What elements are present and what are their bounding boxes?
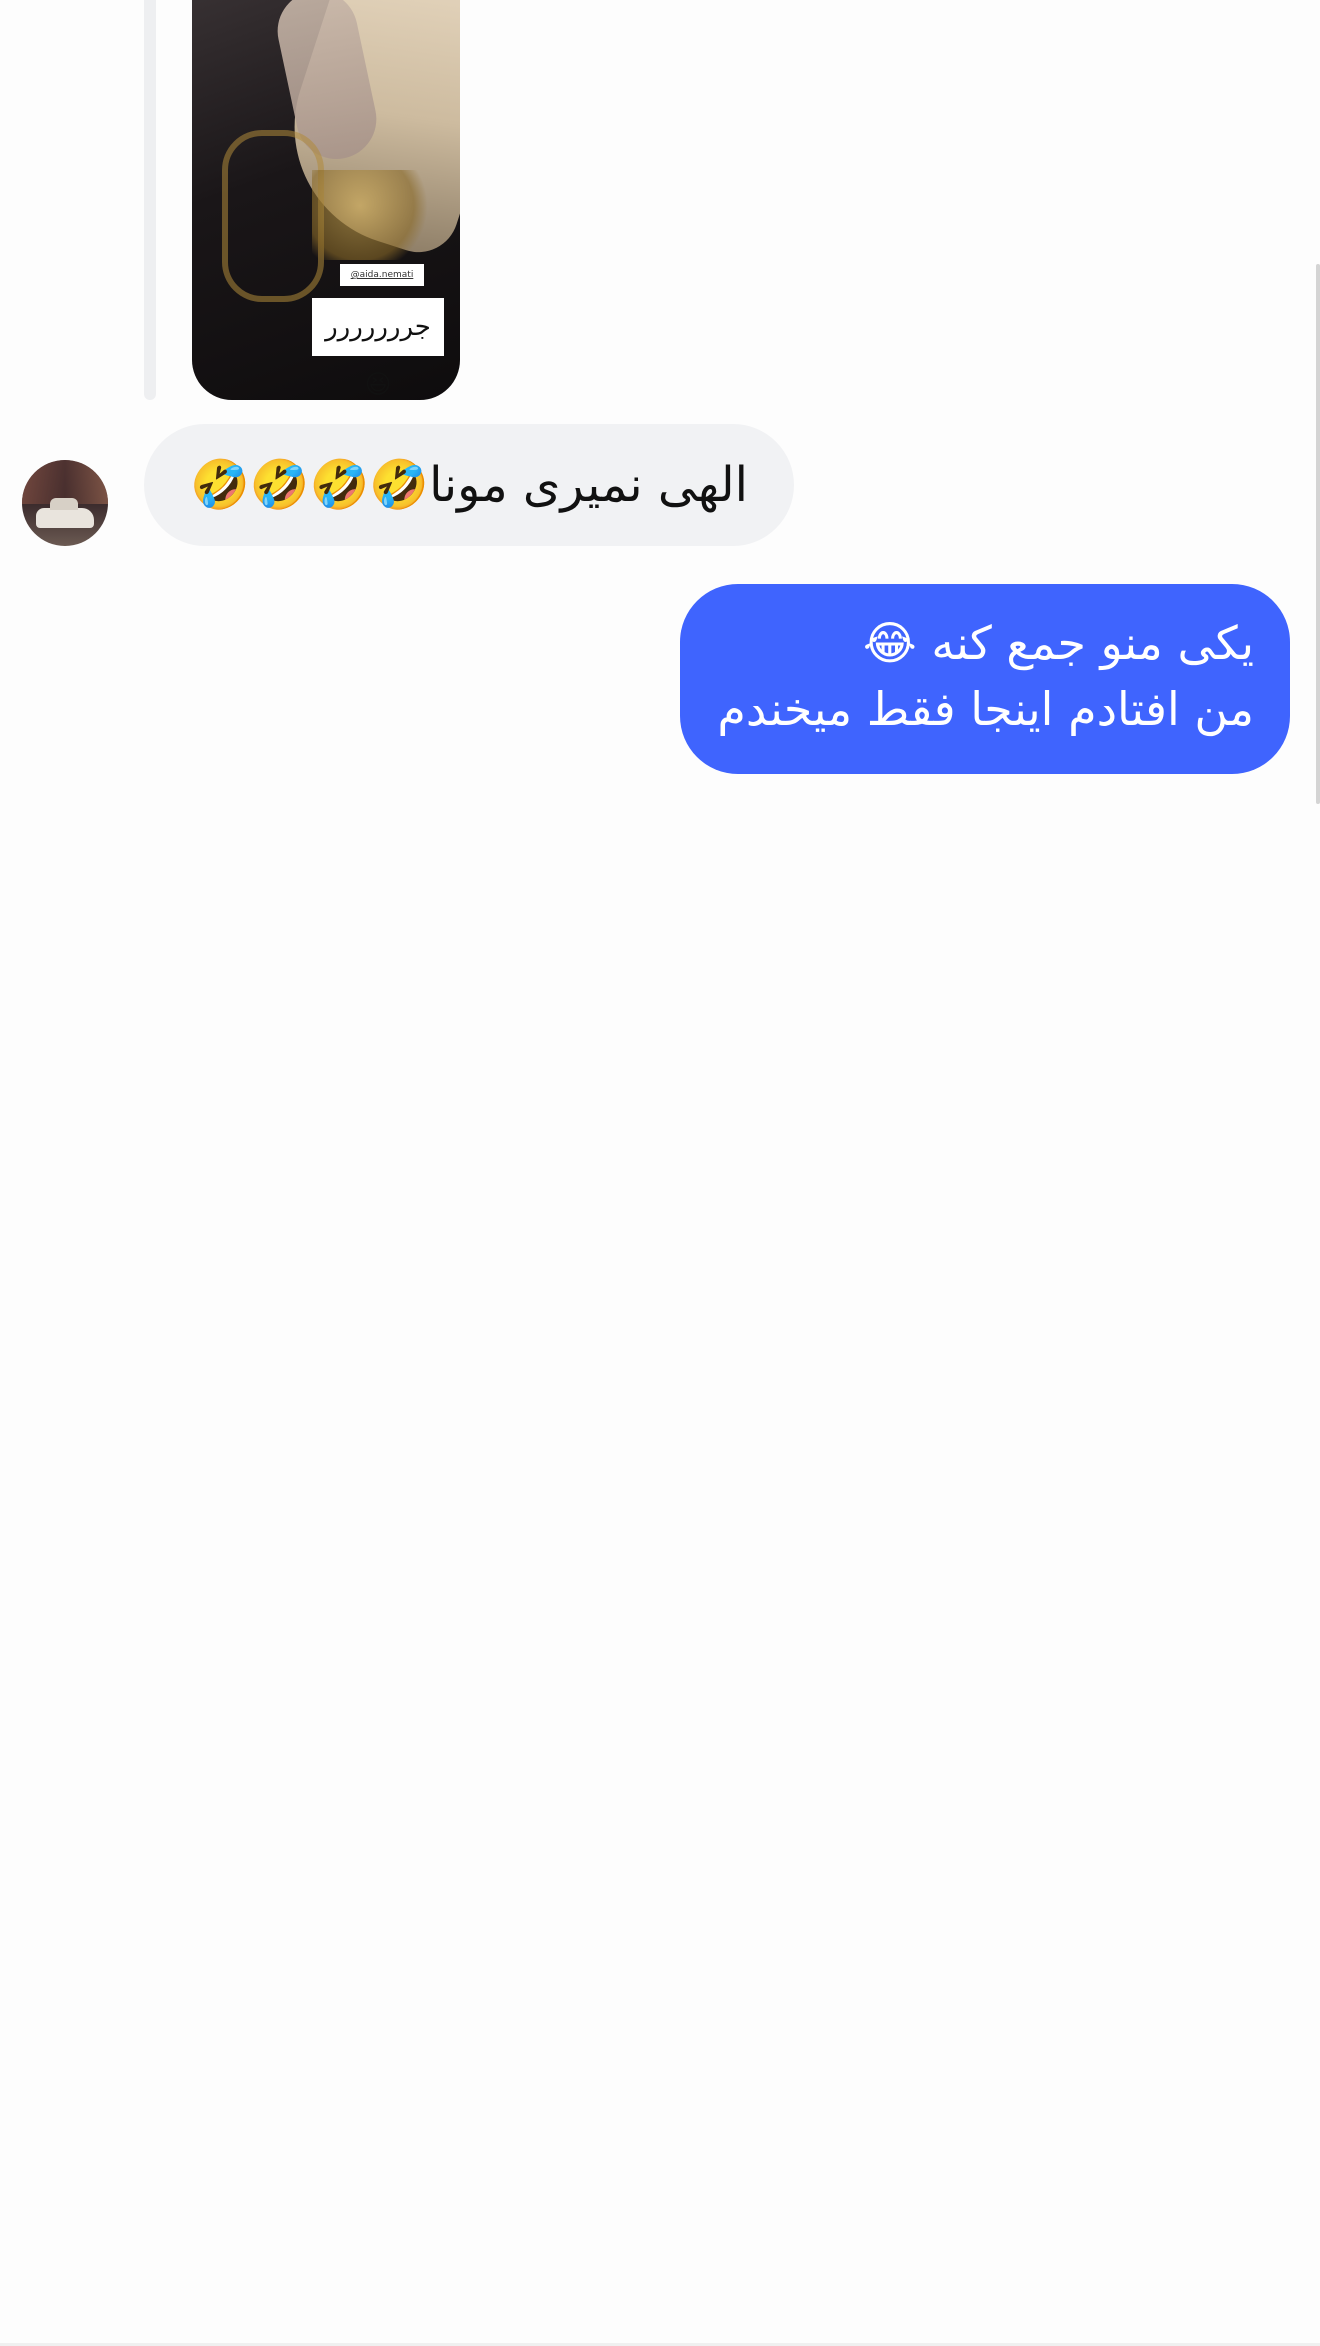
incoming-message-bubble[interactable]: الهی نمیری مونا🤣🤣🤣🤣 <box>144 424 794 546</box>
avatar-car-icon <box>36 498 94 528</box>
story-image-detail <box>222 130 324 302</box>
story-mention-tag[interactable]: @aida.nemati <box>340 264 424 286</box>
outgoing-message-line-2: من افتادم اینجا فقط میخندم <box>717 682 1254 736</box>
sender-avatar[interactable] <box>22 460 108 546</box>
story-caption-sticker: جررررررر😆 <box>312 298 444 400</box>
scrollbar[interactable] <box>1316 264 1320 804</box>
shared-story-preview[interactable]: @aida.nemati جررررررر😆 <box>192 0 460 400</box>
story-image-light <box>312 170 432 260</box>
incoming-message-row: الهی نمیری مونا🤣🤣🤣🤣 <box>0 424 1320 546</box>
story-reply-indicator-bar <box>144 0 156 400</box>
outgoing-message-line-1: یکی منو جمع کنه 😂 <box>862 616 1254 670</box>
outgoing-message-bubble[interactable]: یکی منو جمع کنه 😂 من افتادم اینجا فقط می… <box>680 584 1290 774</box>
